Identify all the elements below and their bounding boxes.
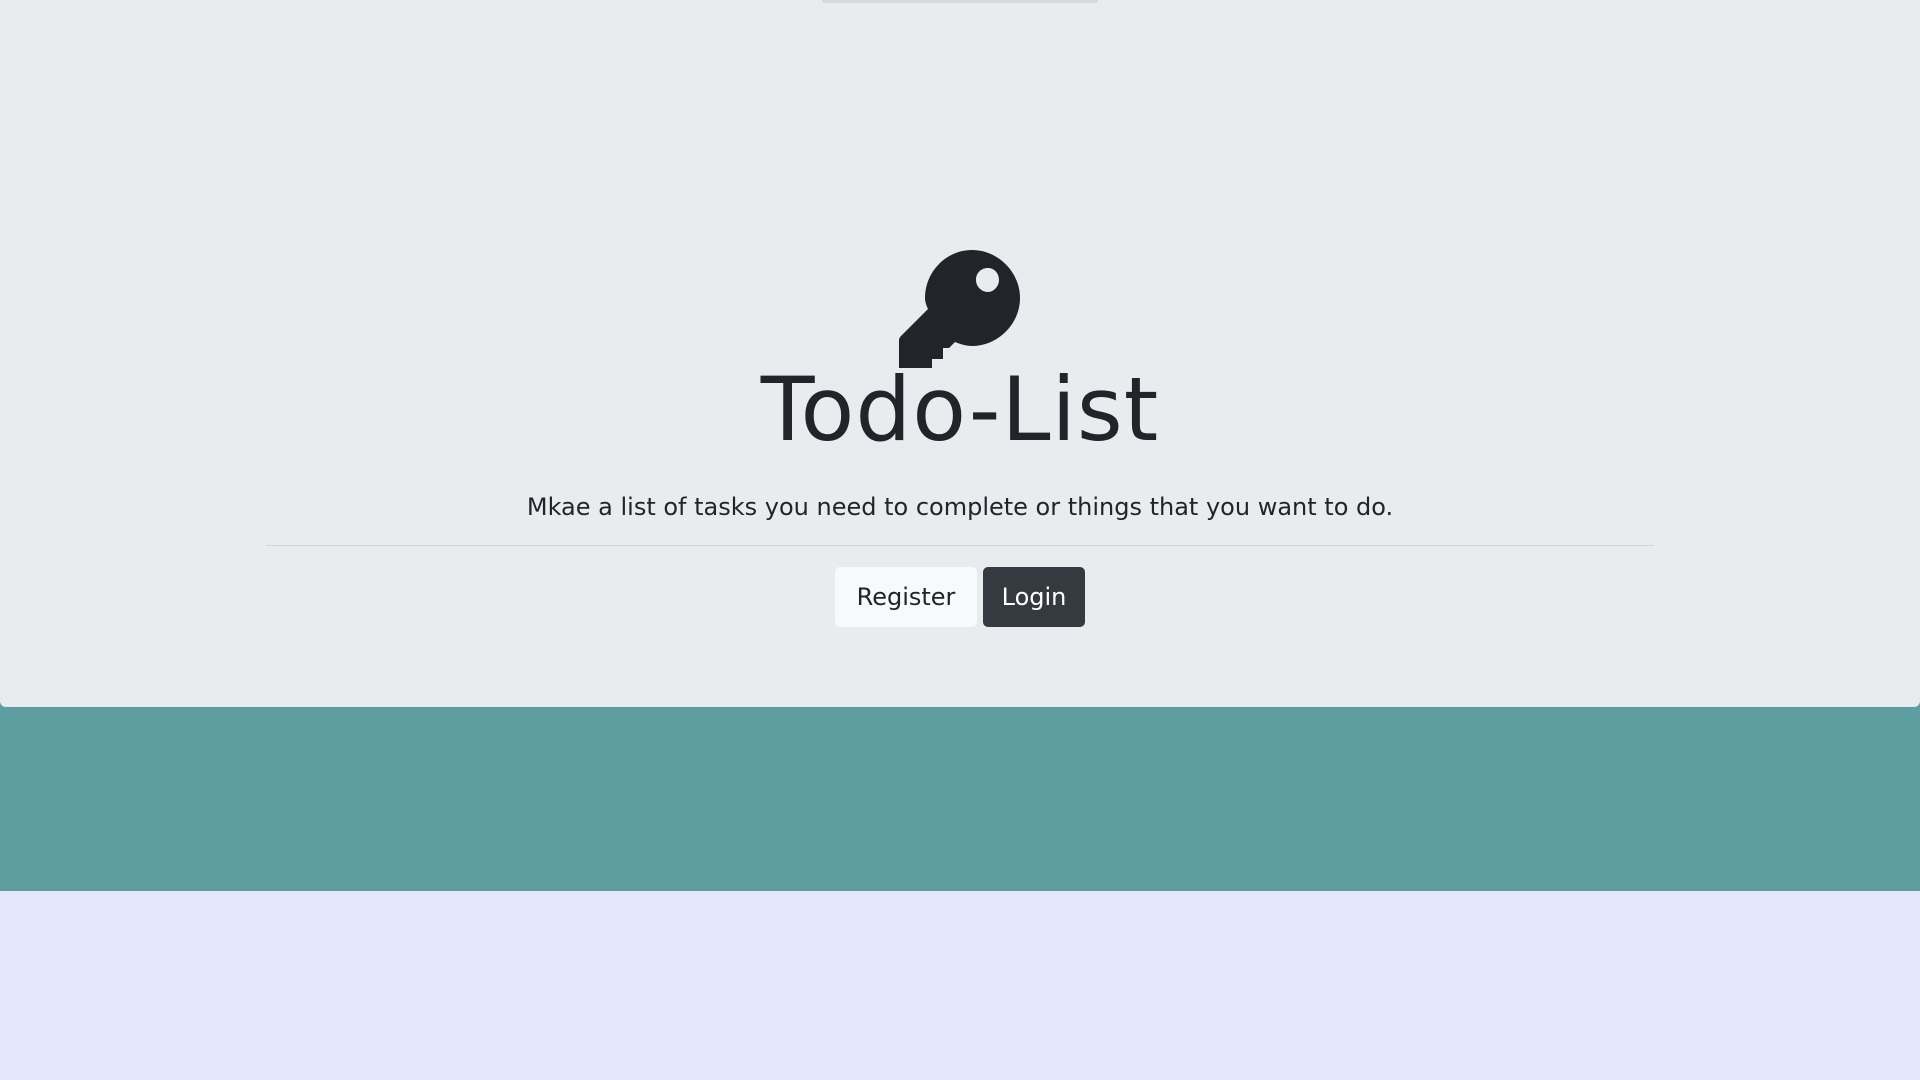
top-shadow-edge (822, 0, 1098, 3)
hero-panel: Todo-List Mkae a list of tasks you need … (0, 0, 1920, 707)
key-icon (899, 250, 1020, 368)
auth-button-group: Register Login (0, 567, 1920, 627)
login-button[interactable]: Login (983, 567, 1085, 627)
page-subtitle: Mkae a list of tasks you need to complet… (526, 493, 1394, 521)
divider (266, 545, 1654, 546)
register-button[interactable]: Register (835, 567, 977, 627)
page-title: Todo-List (760, 358, 1160, 461)
